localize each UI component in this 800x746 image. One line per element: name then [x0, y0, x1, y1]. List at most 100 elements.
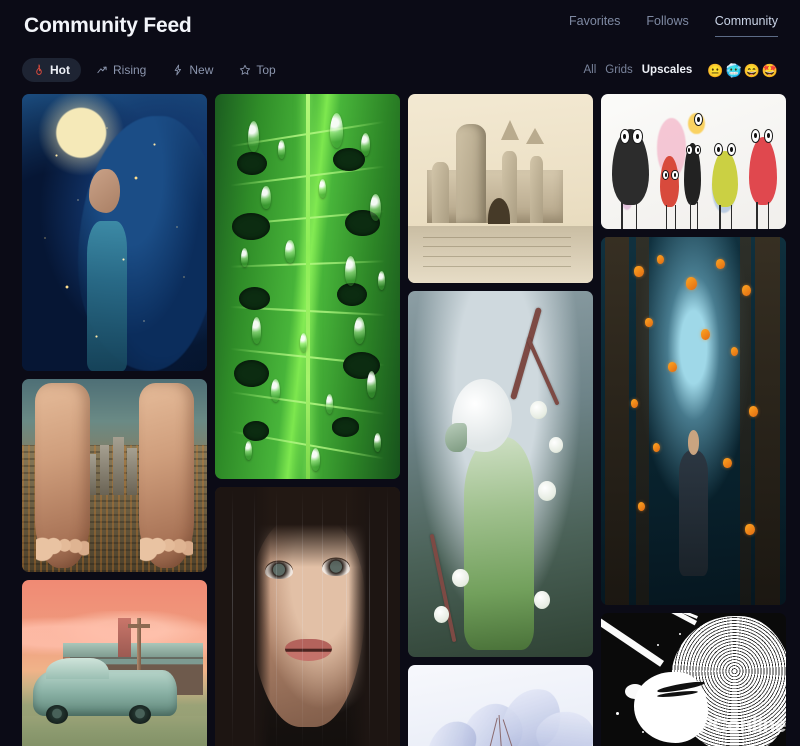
- art-detail: [652, 443, 661, 452]
- art-detail: [456, 124, 486, 223]
- reaction-filters: 😐 🥶 😄 🤩: [707, 64, 778, 77]
- tile-giant-feet-over-city[interactable]: [22, 379, 207, 572]
- image-gallery-grid: [22, 94, 786, 746]
- sort-tab-top[interactable]: Top: [228, 58, 286, 82]
- art-detail: [713, 142, 724, 157]
- tile-white-parrot-blossoms[interactable]: [408, 291, 593, 657]
- art-detail: [601, 613, 664, 667]
- filter-all[interactable]: All: [583, 64, 596, 76]
- art-detail: [730, 347, 738, 357]
- artwork-abstract-cats-painting: [601, 94, 786, 229]
- flame-icon: [33, 64, 45, 76]
- artwork-giant-feet-over-city: [22, 379, 207, 572]
- art-detail: [46, 658, 109, 680]
- gallery-column-2: [215, 94, 400, 746]
- artwork-moonlit-woman-stars: [22, 94, 207, 371]
- art-detail: [533, 591, 551, 610]
- art-detail: [612, 129, 650, 205]
- art-detail: [636, 202, 638, 229]
- art-detail: [636, 237, 650, 605]
- tile-monstera-leaf-water-drops[interactable]: [215, 94, 400, 479]
- art-detail: [127, 448, 137, 495]
- tile-rain-soaked-portrait[interactable]: [215, 487, 400, 746]
- gallery-column-3: [408, 94, 593, 746]
- tile-castle-pencil-sketch[interactable]: [408, 94, 593, 283]
- star-icon: [239, 64, 251, 76]
- tile-retro-car-gas-station[interactable]: [22, 580, 207, 746]
- tab-community[interactable]: Community: [714, 14, 778, 37]
- star-struck-emoji[interactable]: 🤩: [762, 64, 778, 77]
- art-detail: [433, 605, 449, 623]
- art-detail: [77, 116, 207, 371]
- top-nav: Favorites Follows Community: [569, 11, 778, 37]
- tab-favorites[interactable]: Favorites: [569, 14, 620, 36]
- art-detail: [86, 221, 128, 371]
- art-detail: [678, 430, 709, 576]
- art-detail: [632, 129, 643, 144]
- art-detail: [88, 168, 121, 214]
- art-detail: [641, 731, 644, 734]
- artwork-retro-car-gas-station: [22, 580, 207, 746]
- tile-abstract-cats-painting[interactable]: [601, 94, 786, 229]
- sort-tab-hot-label: Hot: [50, 63, 70, 77]
- art-detail: [138, 382, 195, 569]
- art-detail: [445, 422, 468, 453]
- art-detail: [675, 204, 677, 229]
- sort-tab-rising[interactable]: Rising: [85, 58, 157, 82]
- page-title: Community Feed: [24, 13, 192, 37]
- art-detail: [745, 524, 755, 536]
- art-detail: [463, 437, 534, 650]
- tile-pale-lily-flower[interactable]: [408, 665, 593, 746]
- art-detail: [112, 436, 124, 495]
- artwork-monstera-leaf-water-drops: [215, 94, 400, 479]
- spark-icon: [172, 64, 184, 76]
- art-detail: [715, 259, 725, 270]
- tile-autumn-forest-explorer[interactable]: [601, 237, 786, 605]
- art-detail: [526, 128, 545, 145]
- artwork-white-parrot-blossoms: [408, 291, 593, 657]
- art-detail: [645, 317, 653, 327]
- art-detail: [601, 613, 698, 626]
- sort-tab-new-label: New: [189, 63, 214, 77]
- sort-tab-rising-label: Rising: [113, 63, 147, 77]
- art-detail: [429, 533, 458, 642]
- art-detail: [530, 400, 547, 420]
- sort-tab-new[interactable]: New: [161, 58, 224, 82]
- art-detail: [604, 237, 629, 605]
- art-detail: [215, 487, 400, 746]
- art-detail: [36, 529, 90, 567]
- art-detail: [726, 142, 737, 157]
- tile-moonlit-woman-stars[interactable]: [22, 94, 207, 371]
- artwork-pale-lily-flower: [408, 665, 593, 746]
- art-detail: [678, 632, 681, 635]
- tile-comic-woman-cosmic[interactable]: [601, 613, 786, 746]
- art-detail: [756, 202, 758, 229]
- neutral-face-emoji[interactable]: 😐: [707, 64, 723, 77]
- artwork-castle-pencil-sketch: [408, 94, 593, 283]
- art-detail: [665, 204, 667, 229]
- cold-face-emoji[interactable]: 🥶: [725, 64, 741, 77]
- art-detail: [537, 481, 556, 502]
- art-detail: [697, 202, 699, 229]
- art-detail: [750, 129, 761, 143]
- art-detail: [656, 644, 659, 647]
- tab-follows[interactable]: Follows: [646, 14, 688, 36]
- art-detail: [730, 204, 732, 229]
- sort-tab-hot[interactable]: Hot: [22, 58, 81, 82]
- filter-bar: Hot Rising New Top All Grids Upscales 😐 …: [0, 48, 800, 92]
- grinning-face-emoji[interactable]: 😄: [744, 64, 760, 77]
- art-detail: [621, 202, 623, 229]
- view-filters: All Grids Upscales 😐 🥶 😄 🤩: [583, 64, 778, 77]
- art-detail: [694, 145, 701, 155]
- art-detail: [34, 382, 91, 569]
- art-detail: [630, 398, 638, 408]
- art-detail: [700, 329, 711, 341]
- filter-grids[interactable]: Grids: [605, 64, 632, 76]
- art-detail: [656, 255, 664, 265]
- artwork-comic-woman-cosmic: [601, 613, 786, 746]
- art-detail: [754, 237, 781, 605]
- filter-upscales[interactable]: Upscales: [642, 64, 693, 76]
- art-detail: [619, 129, 630, 144]
- artwork-rain-soaked-portrait: [215, 487, 400, 746]
- art-detail: [741, 284, 751, 296]
